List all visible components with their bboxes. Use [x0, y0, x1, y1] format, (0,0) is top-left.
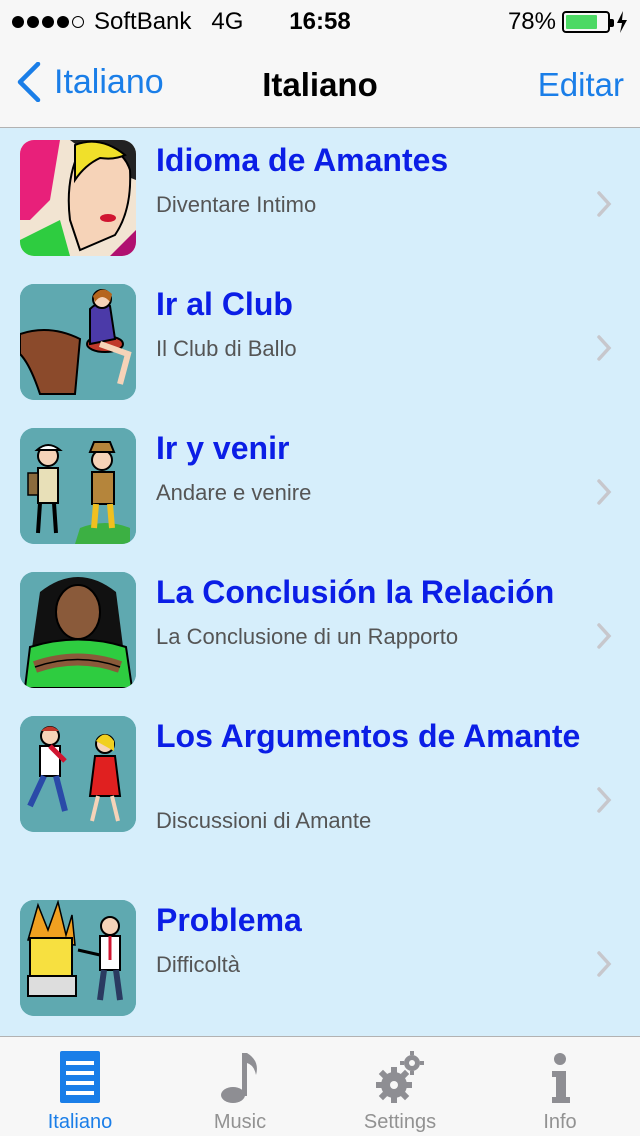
chevron-right-icon [597, 787, 612, 813]
lesson-subtitle: Il Club di Ballo [156, 336, 297, 361]
chevron-right-icon [597, 623, 612, 649]
tab-label: Music [213, 1111, 267, 1133]
list-item-club[interactable]: Ir al Club Il Club di Ballo [0, 272, 640, 416]
list-item-lovers[interactable]: Idioma de Amantes Diventare Intimo [0, 128, 640, 272]
lovers-illustration-art [20, 140, 136, 256]
arguing-couple-illustration-art [20, 716, 136, 832]
list-item-relationship-end[interactable]: La Conclusión la Relación La Conclusione… [0, 560, 640, 704]
status-bar: SoftBank 4G 16:58 78% [0, 0, 640, 40]
tab-label: Settings [363, 1111, 437, 1133]
lovers-illustration [20, 140, 136, 256]
back-button[interactable]: Italiano [16, 62, 164, 102]
battery-percent: 78% [507, 8, 556, 35]
tab-label: Info [543, 1111, 577, 1133]
info-icon [552, 1053, 570, 1103]
burning-computer-illustration-art [20, 900, 136, 1016]
club-woman-illustration [20, 284, 136, 400]
tab-music[interactable]: Music [160, 1037, 320, 1136]
woman-arms-crossed-illustration [20, 572, 136, 688]
list-item-problem[interactable]: Problema Difficoltà [0, 888, 640, 1036]
tab-bar: Italiano Music Settings Info [0, 1036, 640, 1136]
lesson-subtitle: Diventare Intimo [156, 192, 317, 217]
lesson-subtitle: La Conclusione di un Rapporto [156, 624, 459, 649]
lesson-title: Idioma de Amantes [156, 142, 449, 178]
tab-label: Italiano [47, 1111, 113, 1133]
chevron-right-icon [597, 191, 612, 217]
lesson-title: Ir al Club [156, 286, 293, 322]
lesson-title: La Conclusión la Relación [156, 574, 555, 610]
lesson-title: Problema [156, 902, 302, 938]
chevron-right-icon [597, 335, 612, 361]
tab-italiano[interactable]: Italiano [0, 1037, 160, 1136]
list-icon [60, 1051, 100, 1103]
lesson-title: Ir y venir [156, 430, 290, 466]
chevron-right-icon [597, 951, 612, 977]
gears-icon [376, 1051, 424, 1103]
lesson-title: Los Argumentos de Amante [156, 718, 581, 754]
battery-tip [610, 19, 614, 27]
club-woman-illustration-art [20, 284, 136, 400]
battery-icon [562, 11, 614, 33]
lesson-subtitle: Difficoltà [156, 952, 240, 977]
chevron-right-icon [597, 479, 612, 505]
travelers-illustration-art [20, 428, 136, 544]
back-button-label: Italiano [54, 62, 164, 101]
status-right: 78% [508, 8, 628, 36]
music-note-icon [221, 1053, 257, 1103]
lesson-subtitle: Discussioni di Amante [156, 808, 372, 833]
tab-info[interactable]: Info [480, 1037, 640, 1136]
list-item-come-and-go[interactable]: Ir y venir Andare e venire [0, 416, 640, 560]
edit-button[interactable]: Editar [538, 66, 624, 104]
arguing-couple-illustration [20, 716, 136, 832]
charging-bolt-icon [617, 11, 627, 33]
chevron-left-icon [17, 62, 41, 102]
lesson-subtitle: Andare e venire [156, 480, 312, 505]
tab-settings[interactable]: Settings [320, 1037, 480, 1136]
battery-fill [566, 15, 598, 29]
travelers-illustration [20, 428, 136, 544]
burning-computer-illustration [20, 900, 136, 1016]
navigation-bar: Italiano Italiano Editar [0, 40, 640, 128]
list-item-lovers-arguments[interactable]: Los Argumentos de Amante Discussioni di … [0, 704, 640, 888]
lesson-list: Idioma de Amantes Diventare Intimo Ir al… [0, 128, 640, 1036]
woman-arms-crossed-illustration-art [20, 572, 136, 688]
